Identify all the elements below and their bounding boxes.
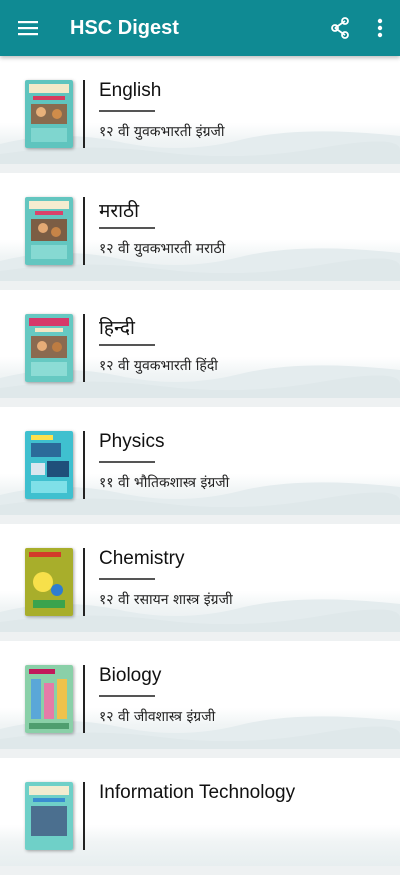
divider-line: [83, 314, 85, 382]
book-subtitle: ११ वी भौतिकशास्त्र इंग्रजी: [99, 475, 230, 491]
english-cover-image: [25, 80, 73, 148]
divider-line: [83, 782, 85, 850]
title-underline: [99, 227, 155, 229]
title-underline: [99, 695, 155, 697]
book-subtitle: १२ वी युवकभारती हिंदी: [99, 358, 218, 374]
title-underline: [99, 344, 155, 346]
marathi-cover-image: [25, 197, 73, 265]
it-cover-image: [25, 782, 73, 850]
book-subtitle: १२ वी युवकभारती इंग्रजी: [99, 124, 225, 140]
biology-cover-image: [25, 665, 73, 733]
book-subtitle: १२ वी जीवशास्त्र इंग्रजी: [99, 709, 216, 725]
divider-line: [83, 197, 85, 265]
book-item-english[interactable]: English १२ वी युवकभारती इंग्रजी: [0, 56, 400, 164]
book-item-hindi[interactable]: हिन्दी १२ वी युवकभारती हिंदी: [0, 290, 400, 398]
chemistry-cover-image: [25, 548, 73, 616]
title-underline: [99, 578, 155, 580]
book-title: Chemistry: [99, 548, 185, 569]
share-button[interactable]: [320, 0, 360, 56]
more-vert-icon: [377, 18, 383, 38]
physics-cover-image: [25, 431, 73, 499]
hindi-cover-image: [25, 314, 73, 382]
book-title: हिन्दी: [99, 318, 135, 339]
book-subtitle: १२ वी युवकभारती मराठी: [99, 241, 226, 257]
share-icon: [331, 17, 349, 39]
book-item-information-technology[interactable]: Information Technology: [0, 758, 400, 866]
book-subtitle: १२ वी रसायन शास्त्र इंग्रजी: [99, 592, 233, 608]
title-underline: [99, 461, 155, 463]
divider-line: [83, 431, 85, 499]
app-bar: HSC Digest: [0, 0, 400, 56]
book-item-marathi[interactable]: मराठी १२ वी युवकभारती मराठी: [0, 173, 400, 281]
book-item-biology[interactable]: Biology १२ वी जीवशास्त्र इंग्रजी: [0, 641, 400, 749]
book-title: Biology: [99, 665, 162, 686]
book-title: English: [99, 80, 162, 101]
book-item-physics[interactable]: Physics ११ वी भौतिकशास्त्र इंग्रजी: [0, 407, 400, 515]
book-title: मराठी: [99, 201, 140, 222]
title-underline: [99, 110, 155, 112]
menu-button[interactable]: [0, 0, 56, 56]
divider-line: [83, 548, 85, 616]
book-title: Physics: [99, 431, 165, 452]
book-title: Information Technology: [99, 782, 296, 803]
hamburger-menu-icon: [18, 21, 38, 36]
book-item-chemistry[interactable]: Chemistry १२ वी रसायन शास्त्र इंग्रजी: [0, 524, 400, 632]
divider-line: [83, 80, 85, 148]
book-list: English १२ वी युवकभारती इंग्रजी मराठी १२…: [0, 56, 400, 875]
divider-line: [83, 665, 85, 733]
more-options-button[interactable]: [360, 0, 400, 56]
app-title: HSC Digest: [70, 16, 179, 39]
